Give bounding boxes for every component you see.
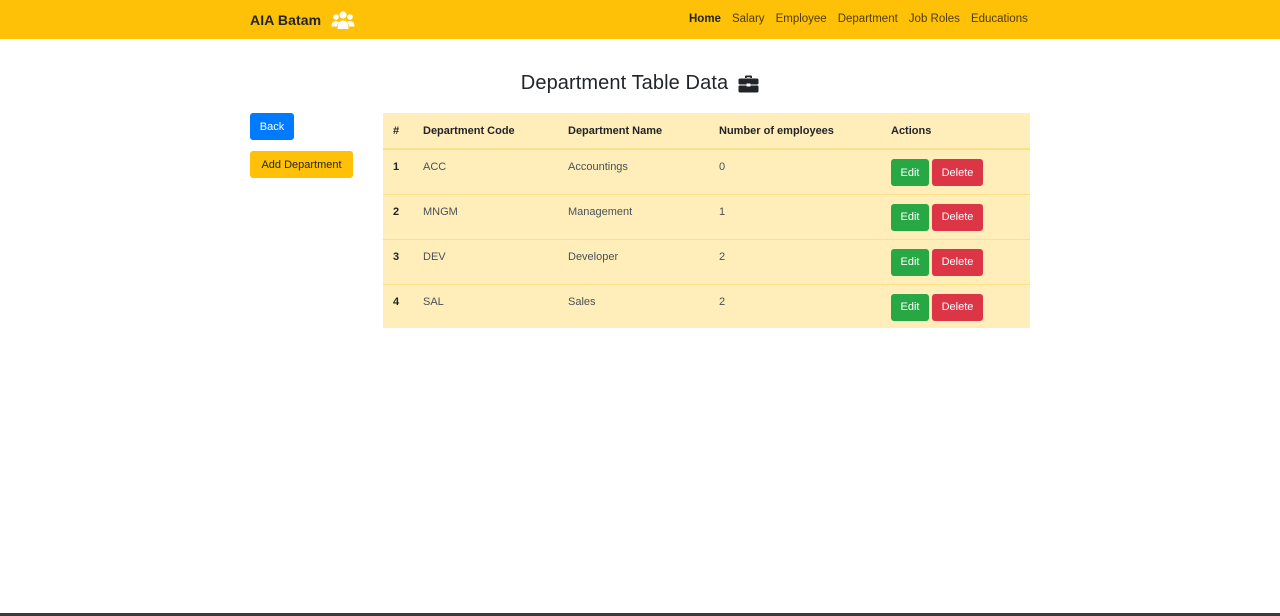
edit-button[interactable]: Edit: [891, 248, 929, 276]
department-name: Management: [568, 193, 719, 239]
employee-count: 0: [719, 161, 726, 173]
row-number: 3: [383, 238, 423, 284]
col-header-actions: Actions: [891, 113, 1030, 150]
col-header-employees: Number of employees: [719, 113, 891, 150]
employee-count: 2: [719, 283, 891, 329]
row-actions: Edit Delete: [891, 283, 1030, 329]
main-nav: Home Salary Employee Department Job Role…: [689, 12, 1039, 26]
brand-name: AIA Batam: [250, 12, 322, 28]
briefcase-icon: [738, 75, 759, 93]
department-table: # Department Code Department Name Number…: [383, 113, 1030, 329]
nav-employee[interactable]: Employee: [776, 12, 827, 26]
department-code: SAL: [423, 283, 568, 329]
nav-educations[interactable]: Educations: [971, 12, 1028, 26]
page-title-row: Department Table Data: [0, 72, 1280, 95]
delete-button[interactable]: Delete: [932, 293, 983, 321]
table-row: 2 MNGM Management 1 Edit Delete: [383, 193, 1030, 239]
nav-department[interactable]: Department: [838, 12, 898, 26]
employee-count: 2: [719, 238, 891, 284]
nav-home[interactable]: Home: [689, 12, 721, 26]
row-number: 2: [383, 193, 423, 239]
edit-button[interactable]: Edit: [891, 293, 929, 321]
back-button[interactable]: Back: [250, 113, 294, 140]
department-name: Accountings: [568, 161, 628, 173]
row-actions: Edit Delete: [891, 193, 1030, 239]
row-actions: Edit Delete: [891, 149, 1030, 194]
department-code: DEV: [423, 238, 568, 284]
employee-count: 1: [719, 193, 891, 239]
row-number: 1: [393, 161, 400, 173]
table-header-row: # Department Code Department Name Number…: [383, 113, 1030, 150]
delete-button[interactable]: Delete: [932, 203, 983, 231]
row-number: 4: [383, 283, 423, 329]
department-code: ACC: [423, 161, 447, 173]
edit-button[interactable]: Edit: [891, 203, 929, 231]
department-code: MNGM: [423, 193, 568, 239]
page-title: Department Table Data: [520, 72, 729, 94]
department-name: Developer: [568, 238, 719, 284]
col-header-code: Department Code: [423, 113, 568, 150]
brand-link[interactable]: AIA Batam: [250, 10, 355, 30]
edit-button[interactable]: Edit: [891, 159, 929, 186]
users-icon: [331, 10, 355, 30]
navbar: AIA Batam Home Salary Employee Departmen…: [0, 0, 1280, 39]
add-department-button[interactable]: Add Department: [250, 151, 353, 178]
row-actions: Edit Delete: [891, 238, 1030, 284]
department-name: Sales: [568, 283, 719, 329]
nav-salary[interactable]: Salary: [732, 12, 765, 26]
nav-job-roles[interactable]: Job Roles: [909, 12, 960, 26]
table-row: 1 ACC Accountings 0 Edit Delete: [383, 149, 1030, 194]
delete-button[interactable]: Delete: [932, 159, 983, 186]
table-row: 4 SAL Sales 2 Edit Delete: [383, 283, 1030, 329]
table-row: 3 DEV Developer 2 Edit Delete: [383, 238, 1030, 284]
col-header-number: #: [383, 113, 423, 150]
delete-button[interactable]: Delete: [932, 248, 983, 276]
col-header-name: Department Name: [568, 113, 719, 150]
